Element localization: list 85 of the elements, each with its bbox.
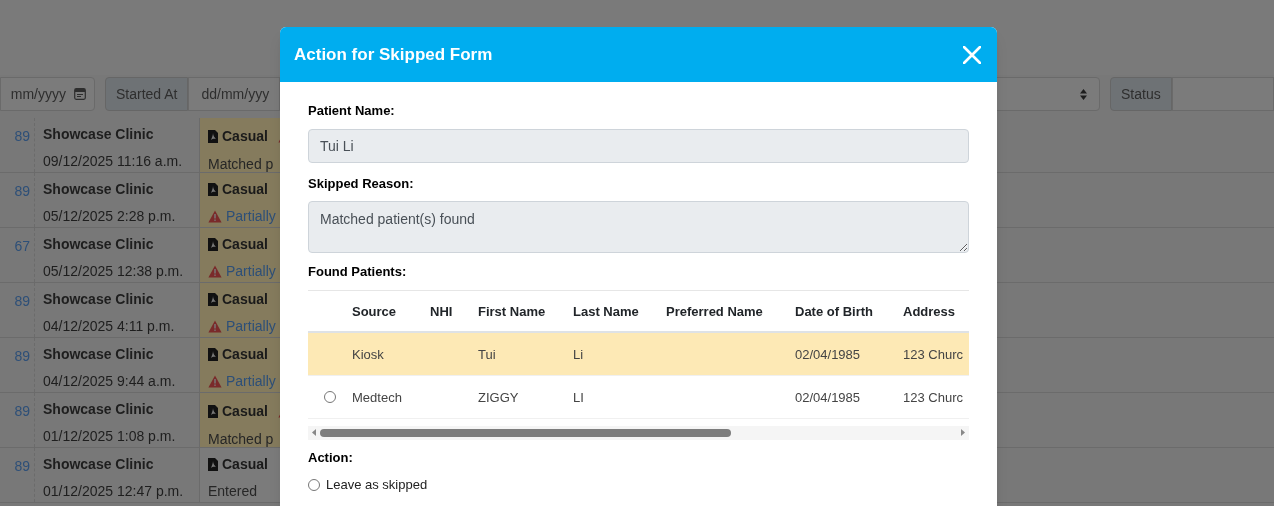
record-link[interactable]: 89 — [14, 458, 30, 474]
sort-arrows-icon — [1080, 88, 1087, 100]
close-button[interactable] — [961, 43, 983, 66]
status-label: Status — [1110, 77, 1172, 111]
started-date: 05/12/2025 2:28 p.m. — [43, 207, 177, 226]
table-cell: ZIGGY — [478, 389, 519, 405]
status-text: Entered — [208, 482, 258, 501]
started-at-label: Started At — [105, 77, 189, 111]
record-link[interactable]: 89 — [14, 348, 30, 364]
table-cell: Tui — [478, 346, 496, 362]
clinic-name: Showcase Clinic — [43, 180, 155, 199]
date-field[interactable]: dd/mm/yyy — [188, 77, 280, 111]
clinic-name: Showcase Clinic — [43, 235, 155, 254]
form-name: Casual — [222, 180, 268, 199]
column-header: Date of Birth — [795, 303, 873, 319]
status-text: Matched p — [208, 155, 274, 172]
clinic-name: Showcase Clinic — [43, 455, 155, 474]
warning-icon — [208, 320, 222, 333]
clinic-name: Showcase Clinic — [43, 290, 155, 309]
skipped-reason-field[interactable]: Matched patient(s) found — [308, 201, 969, 253]
form-name: Casual — [222, 345, 268, 364]
form-name: Casual — [222, 455, 268, 474]
column-header: NHI — [430, 303, 453, 319]
date-field[interactable]: mm/yyyy — [0, 77, 95, 111]
status-link[interactable]: Partially — [226, 206, 276, 227]
patient-name-field[interactable]: Tui Li — [308, 128, 969, 163]
pdf-file-icon — [208, 458, 218, 471]
table-cell: 02/04/1985 — [795, 346, 861, 362]
status-link[interactable]: Partially — [226, 371, 276, 392]
table-cell: 123 Churc — [903, 346, 963, 362]
column-header: Preferred Name — [666, 303, 763, 319]
form-name: Casual — [222, 290, 268, 309]
started-date: 09/12/2025 11:16 a.m. — [43, 152, 184, 171]
warning-icon — [208, 265, 222, 278]
field-label: Action: — [308, 448, 354, 467]
status-text: Matched p — [208, 430, 274, 447]
calendar-icon — [74, 88, 86, 100]
table-cell: Kiosk — [352, 346, 384, 362]
form-name: Casual — [222, 401, 268, 421]
form-name: Casual — [222, 126, 268, 146]
scroll-right-icon[interactable] — [961, 429, 965, 436]
column-header: First Name — [478, 303, 546, 319]
form-name: Casual — [222, 235, 268, 254]
table-cell: 02/04/1985 — [795, 389, 861, 405]
pdf-file-icon — [208, 293, 218, 306]
scroll-left-icon[interactable] — [312, 429, 316, 436]
column-header: Address — [903, 303, 956, 319]
record-link[interactable]: 89 — [14, 183, 30, 199]
started-date: 01/12/2025 1:08 p.m. — [43, 427, 177, 446]
column-header: Source — [352, 303, 397, 319]
clinic-name: Showcase Clinic — [43, 400, 155, 419]
record-link[interactable]: 89 — [14, 293, 30, 309]
warning-icon — [208, 375, 222, 388]
field-label: Found Patients: — [308, 263, 408, 281]
pdf-file-icon — [208, 129, 218, 143]
action-option[interactable]: Leave as skipped — [326, 475, 428, 495]
pdf-file-icon — [208, 183, 218, 196]
column-header: Last Name — [573, 303, 639, 319]
status-link[interactable]: Partially — [226, 261, 276, 282]
field-label: Patient Name: — [308, 102, 396, 120]
modal-title: Action for Skipped Form — [294, 43, 493, 66]
pdf-file-icon — [208, 404, 218, 418]
table-cell: Medtech — [352, 389, 402, 405]
pdf-file-icon — [208, 348, 218, 361]
patient-row[interactable]: Kiosk Tui Li 02/04/1985 123 Churc — [308, 332, 969, 376]
clinic-name: Showcase Clinic — [43, 345, 155, 364]
record-link[interactable]: 67 — [14, 238, 30, 254]
status-link[interactable]: Partially — [226, 316, 276, 337]
table-cell: LI — [573, 389, 584, 405]
started-date: 05/12/2025 12:38 p.m. — [43, 262, 185, 281]
record-link[interactable]: 89 — [14, 128, 30, 144]
started-date: 01/12/2025 12:47 p.m. — [43, 482, 185, 501]
started-date: 04/12/2025 9:44 a.m. — [43, 372, 177, 391]
table-cell: Li — [573, 346, 584, 362]
scrollbar-thumb[interactable] — [320, 428, 731, 437]
horizontal-scrollbar[interactable] — [308, 425, 969, 440]
record-link[interactable]: 89 — [14, 403, 30, 419]
radio-button[interactable] — [324, 390, 336, 403]
table-cell: 123 Churc — [903, 389, 963, 405]
warning-icon — [208, 210, 222, 223]
close-icon — [963, 45, 981, 64]
field-label: Skipped Reason: — [308, 174, 415, 193]
clinic-name: Showcase Clinic — [43, 125, 155, 144]
started-date: 04/12/2025 4:11 p.m. — [43, 317, 176, 336]
pdf-file-icon — [208, 238, 218, 251]
